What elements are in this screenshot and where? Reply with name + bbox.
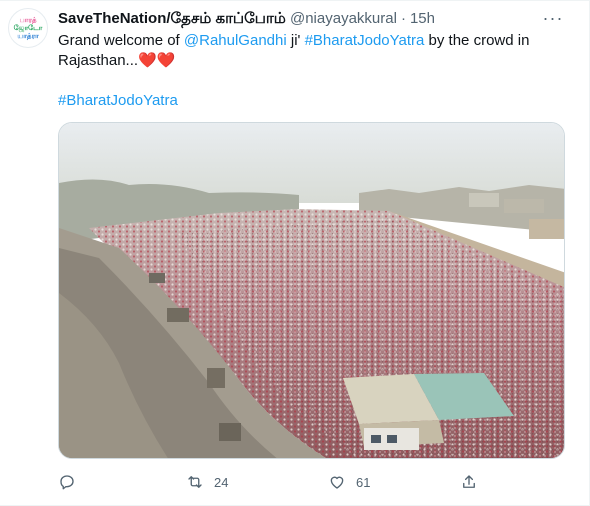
avatar-line-1: பாரத் (19, 17, 37, 24)
like-count: 61 (356, 474, 371, 490)
reply-button[interactable] (58, 470, 76, 494)
avatar-line-3: யாத்ரா (17, 33, 39, 40)
tweet-photo[interactable] (58, 122, 565, 459)
heart-emoji: ❤️❤️ (138, 52, 176, 69)
hashtag-link-inline[interactable]: #BharatJodoYatra (305, 32, 425, 49)
like-button[interactable]: 61 (328, 470, 370, 494)
hashtag-link[interactable]: #BharatJodoYatra (58, 91, 178, 111)
retweet-button[interactable]: 24 (186, 470, 228, 494)
crowd-photo (59, 123, 564, 458)
tweet-text-part-2: ji' (286, 32, 305, 49)
display-name[interactable]: SaveTheNation/தேசம் காப்போம் (58, 10, 286, 27)
separator-dot: · (400, 10, 406, 27)
more-icon: ··· (542, 7, 564, 28)
mention-link[interactable]: @RahulGandhi (184, 32, 287, 49)
tweet-text: Grand welcome of @RahulGandhi ji' #Bhara… (58, 31, 573, 71)
reply-icon (60, 475, 74, 490)
retweet-count: 24 (214, 474, 229, 490)
tweet-actions: 24 61 (58, 470, 538, 494)
tweet-header: SaveTheNation/தேசம் காப்போம் @niayayakku… (58, 9, 435, 29)
retweet-icon (188, 476, 202, 488)
avatar-line-2: ஜோடோ (13, 25, 43, 32)
more-options-button[interactable]: ··· (541, 7, 565, 29)
share-button[interactable] (460, 470, 478, 494)
timestamp[interactable]: 15h (410, 10, 435, 27)
top-divider (0, 0, 590, 1)
share-icon (463, 475, 475, 488)
heart-icon (330, 476, 344, 489)
avatar[interactable]: பாரத் ஜோடோ யாத்ரா (8, 8, 48, 48)
tweet-text-part-1: Grand welcome of (58, 32, 184, 49)
user-handle[interactable]: @niayayakkural (290, 10, 397, 27)
